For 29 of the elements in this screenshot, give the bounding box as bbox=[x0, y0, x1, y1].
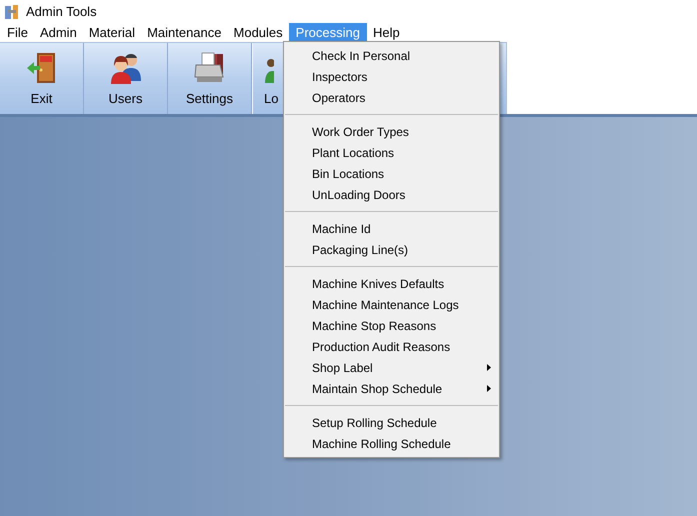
menu-bar-item[interactable]: File bbox=[1, 23, 34, 42]
menu-bar-item[interactable]: Material bbox=[82, 23, 142, 42]
menu-bar-item[interactable]: Help bbox=[366, 23, 406, 42]
menu-item[interactable]: Plant Locations bbox=[284, 142, 499, 163]
menu-item[interactable]: Machine Maintenance Logs bbox=[284, 294, 499, 315]
printer-icon bbox=[192, 50, 226, 84]
submenu-arrow-icon bbox=[487, 385, 491, 392]
menu-item[interactable]: Shop Label bbox=[284, 357, 499, 378]
menu-item[interactable]: Machine Id bbox=[284, 218, 499, 239]
menu-item[interactable]: Machine Knives Defaults bbox=[284, 273, 499, 294]
menu-item[interactable]: Maintain Shop Schedule bbox=[284, 378, 499, 399]
menu-item[interactable]: Bin Locations bbox=[284, 163, 499, 184]
menu-bar-item[interactable]: Modules bbox=[228, 23, 289, 42]
menu-item[interactable]: Packaging Line(s) bbox=[284, 239, 499, 260]
menu-item[interactable]: Machine Stop Reasons bbox=[284, 315, 499, 336]
menu-item[interactable]: Work Order Types bbox=[284, 121, 499, 142]
menu-item[interactable]: Operators bbox=[284, 87, 499, 108]
menu-item[interactable]: UnLoading Doors bbox=[284, 184, 499, 205]
submenu-arrow-icon bbox=[487, 364, 491, 371]
menu-item[interactable]: Production Audit Reasons bbox=[284, 336, 499, 357]
menu-item[interactable]: Check In Personal bbox=[284, 45, 499, 66]
window-title: Admin Tools bbox=[26, 2, 97, 21]
menu-bar-item[interactable]: Maintenance bbox=[141, 23, 228, 42]
menu-bar-item[interactable]: Admin bbox=[34, 23, 83, 42]
menu-item[interactable]: Setup Rolling Schedule bbox=[284, 412, 499, 433]
menu-item[interactable]: Inspectors bbox=[284, 66, 499, 87]
toolbar-button[interactable]: Settings bbox=[168, 43, 252, 114]
menu-item[interactable]: Machine Rolling Schedule bbox=[284, 433, 499, 454]
app-icon bbox=[4, 4, 20, 20]
